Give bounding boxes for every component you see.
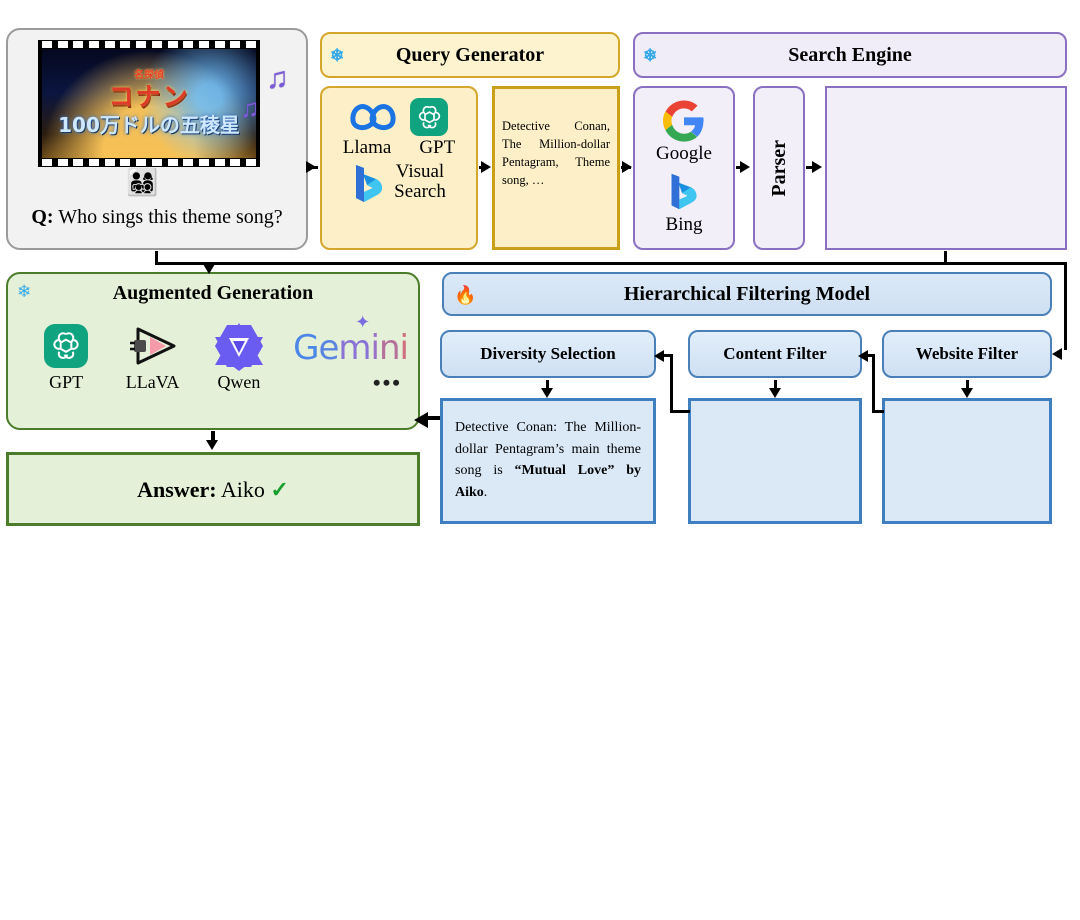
model-label-visual: Visual xyxy=(395,160,445,182)
engine-label-google: Google xyxy=(656,143,712,164)
diversity-text-plain-2: . xyxy=(483,485,488,501)
arrow-content-to-diversity xyxy=(654,350,664,362)
video-thumbnail: 名探偵 コナン 100万ドルの五稜星 xyxy=(42,49,256,158)
video-title-sub: 100万ドルの五稜星 xyxy=(58,112,240,137)
gemini-sparkle-icon: ✦ xyxy=(355,311,370,333)
model-label-gpt: GPT xyxy=(419,137,456,158)
llava-logo-icon xyxy=(120,318,184,374)
arrow-models-to-query-text xyxy=(481,161,491,173)
content-filter-box[interactable]: Content Filter xyxy=(688,330,862,378)
website-output-box: Segment 1N: … Segment 11: … Segment 21: … xyxy=(882,398,1052,524)
connector-wf-v xyxy=(872,354,875,412)
arrow-parser-to-websites xyxy=(812,161,822,173)
film-perforations-top xyxy=(42,41,256,48)
augmented-generation-title: Augmented Generation xyxy=(112,282,314,304)
aug-model-qwen: Qwen xyxy=(207,318,271,393)
family-icon: 👨‍👩‍👧‍👦 xyxy=(126,168,159,197)
openai-logo-icon xyxy=(34,318,98,374)
bing-logo-icon xyxy=(352,162,386,204)
diversity-selection-box[interactable]: Diversity Selection xyxy=(440,330,656,378)
gemini-logo: ✦ Gemini xyxy=(293,311,409,368)
question-prefix: Q: xyxy=(31,206,54,228)
bing-block: Bing xyxy=(635,171,733,236)
hierarchical-filtering-header: 🔥 Hierarchical Filtering Model xyxy=(442,272,1052,316)
model-label-search: Search xyxy=(394,180,446,202)
arrow-bus-to-website-filter xyxy=(1052,348,1062,360)
meta-logo-icon xyxy=(350,102,396,132)
google-block: Google xyxy=(635,100,733,165)
query-visual-search-row: Visual Search xyxy=(322,160,476,204)
connector-cf-from-output xyxy=(670,410,690,413)
question-body: Who sings this theme song? xyxy=(58,206,283,228)
film-strip: 名探偵 コナン 100万ドルの五稜星 xyxy=(38,40,260,167)
connector-wf-from-output xyxy=(872,410,884,413)
website-filter-label: Website Filter xyxy=(915,344,1019,363)
google-logo-icon xyxy=(663,100,704,142)
fire-icon: 🔥 xyxy=(454,285,477,305)
search-engine-header: ❄ Search Engine xyxy=(633,32,1067,78)
segment-output-box: Segment 31: Segment 21: … “mutual love” … xyxy=(688,398,862,524)
bus-horizontal xyxy=(155,262,1067,265)
arrow-website-to-content-filter xyxy=(858,350,868,362)
website-filter-box[interactable]: Website Filter xyxy=(882,330,1052,378)
music-note-icon-2: ♫ xyxy=(240,94,260,123)
model-label-llama: Llama xyxy=(342,137,392,158)
answer-value: Aiko xyxy=(220,477,265,502)
answer-label: Answer: xyxy=(137,477,217,502)
query-generator-title: Query Generator xyxy=(395,43,545,66)
bus-right-down xyxy=(1064,262,1067,350)
search-results-stack-box: Title: Detective Conan … Title: Detectiv… xyxy=(825,86,1067,250)
aug-label-gpt: GPT xyxy=(49,372,84,392)
arrow-diversity-down xyxy=(541,388,553,398)
query-generator-header: ❄ Query Generator xyxy=(320,32,620,78)
bus-websites-down xyxy=(944,251,947,263)
arrow-question-to-query xyxy=(306,161,316,173)
aug-model-llava: LLaVA xyxy=(120,318,184,393)
arrow-engines-to-parser xyxy=(740,161,750,173)
parser-label: Parser xyxy=(767,139,790,197)
augmented-generation-box: ❄ Augmented Generation GPT LLaVA Qwen ✦ … xyxy=(6,272,420,430)
diversity-output-box: Detective Conan: The Million-dollar Pent… xyxy=(440,398,656,524)
connector-output-to-augmented xyxy=(426,416,440,420)
arrow-content-down xyxy=(769,388,781,398)
openai-logo-icon xyxy=(410,98,448,136)
video-title-main: コナン xyxy=(108,82,190,112)
answer-text: Answer: Aiko ✓ xyxy=(9,477,417,503)
answer-box: Answer: Aiko ✓ xyxy=(6,452,420,526)
arrow-output-to-augmented xyxy=(414,412,428,428)
arrow-query-to-engines xyxy=(622,161,632,173)
snowflake-icon: ❄ xyxy=(643,46,658,65)
connector-cf-v xyxy=(670,354,673,412)
diversity-output-text: Detective Conan: The Million-dollar Pent… xyxy=(443,401,653,504)
search-engine-title: Search Engine xyxy=(788,43,912,66)
diversity-selection-label: Diversity Selection xyxy=(480,344,616,363)
aug-model-gpt: GPT xyxy=(34,318,98,393)
arrow-website-down xyxy=(961,388,973,398)
question-text: Q: Who sings this theme song? xyxy=(8,206,306,229)
film-perforations-bottom xyxy=(42,159,256,166)
check-icon: ✓ xyxy=(270,477,289,502)
content-filter-label: Content Filter xyxy=(723,344,827,363)
generated-queries-box: Detective Conan, The Million-dollar Pent… xyxy=(492,86,620,250)
query-generator-models-box: Llama GPT Visual Search xyxy=(320,86,478,250)
augmented-generation-ellipsis: ••• xyxy=(372,370,402,395)
arrow-augmented-to-answer xyxy=(206,440,218,450)
generated-queries-text: Detective Conan, The Million-dollar Pent… xyxy=(502,119,610,188)
search-engines-box: Google Bing xyxy=(633,86,735,250)
query-model-labels-row-1: Llama GPT xyxy=(322,138,476,158)
hierarchical-filtering-title: Hierarchical Filtering Model xyxy=(623,282,871,305)
music-note-icon: ♫ xyxy=(266,62,289,95)
question-panel: 名探偵 コナン 100万ドルの五稜星 ♫ ♫ 👨‍👩‍👧‍👦 Q: Who si… xyxy=(6,28,308,250)
aug-label-llava: LLaVA xyxy=(125,372,180,392)
snowflake-icon: ❄ xyxy=(330,46,345,65)
qwen-logo-icon xyxy=(207,318,271,374)
query-model-logos-row xyxy=(322,98,476,136)
engine-label-bing: Bing xyxy=(665,214,703,235)
arrow-bus-to-augmented xyxy=(203,264,215,274)
parser-box: Parser xyxy=(753,86,805,250)
bing-logo-icon xyxy=(671,173,697,210)
aug-label-qwen: Qwen xyxy=(217,372,261,392)
augmented-generation-models: GPT LLaVA Qwen ✦ Gemini xyxy=(34,311,409,393)
